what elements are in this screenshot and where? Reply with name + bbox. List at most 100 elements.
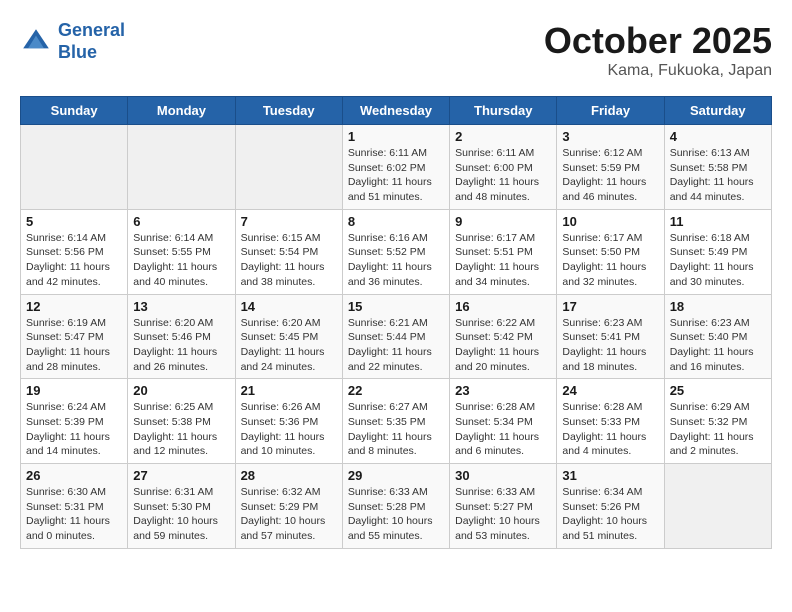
day-info: Sunrise: 6:21 AM Sunset: 5:44 PM Dayligh… bbox=[348, 316, 444, 375]
day-info: Sunrise: 6:20 AM Sunset: 5:45 PM Dayligh… bbox=[241, 316, 337, 375]
calendar-cell: 16 Sunrise: 6:22 AM Sunset: 5:42 PM Dayli… bbox=[450, 294, 557, 379]
day-number: 13 bbox=[133, 299, 229, 314]
day-info: Sunrise: 6:31 AM Sunset: 5:30 PM Dayligh… bbox=[133, 485, 229, 544]
day-info: Sunrise: 6:24 AM Sunset: 5:39 PM Dayligh… bbox=[26, 400, 122, 459]
day-info: Sunrise: 6:14 AM Sunset: 5:56 PM Dayligh… bbox=[26, 231, 122, 290]
weekday-header-tuesday: Tuesday bbox=[235, 97, 342, 125]
day-number: 21 bbox=[241, 383, 337, 398]
day-number: 27 bbox=[133, 468, 229, 483]
day-info: Sunrise: 6:34 AM Sunset: 5:26 PM Dayligh… bbox=[562, 485, 658, 544]
day-number: 15 bbox=[348, 299, 444, 314]
day-number: 6 bbox=[133, 214, 229, 229]
day-number: 8 bbox=[348, 214, 444, 229]
day-number: 26 bbox=[26, 468, 122, 483]
day-info: Sunrise: 6:15 AM Sunset: 5:54 PM Dayligh… bbox=[241, 231, 337, 290]
weekday-header-saturday: Saturday bbox=[664, 97, 771, 125]
day-number: 9 bbox=[455, 214, 551, 229]
title-area: October 2025 Kama, Fukuoka, Japan bbox=[544, 20, 772, 80]
weekday-header-row: SundayMondayTuesdayWednesdayThursdayFrid… bbox=[21, 97, 772, 125]
day-info: Sunrise: 6:13 AM Sunset: 5:58 PM Dayligh… bbox=[670, 146, 766, 205]
day-info: Sunrise: 6:28 AM Sunset: 5:33 PM Dayligh… bbox=[562, 400, 658, 459]
weekday-header-friday: Friday bbox=[557, 97, 664, 125]
day-info: Sunrise: 6:17 AM Sunset: 5:51 PM Dayligh… bbox=[455, 231, 551, 290]
calendar-cell: 8 Sunrise: 6:16 AM Sunset: 5:52 PM Daylig… bbox=[342, 209, 449, 294]
day-number: 10 bbox=[562, 214, 658, 229]
calendar-cell: 24Sunrise: 6:28 AM Sunset: 5:33 PM Dayli… bbox=[557, 379, 664, 464]
calendar-cell: 30Sunrise: 6:33 AM Sunset: 5:27 PM Dayli… bbox=[450, 464, 557, 549]
weekday-header-monday: Monday bbox=[128, 97, 235, 125]
week-row-5: 26 Sunrise: 6:30 AM Sunset: 5:31 PM Dayli… bbox=[21, 464, 772, 549]
day-info: Sunrise: 6:32 AM Sunset: 5:29 PM Dayligh… bbox=[241, 485, 337, 544]
day-number: 19 bbox=[26, 383, 122, 398]
week-row-1: 1 Sunrise: 6:11 AM Sunset: 6:02 PM Daylig… bbox=[21, 125, 772, 210]
calendar-cell: 29 Sunrise: 6:33 AM Sunset: 5:28 PM Dayli… bbox=[342, 464, 449, 549]
week-row-2: 5 Sunrise: 6:14 AM Sunset: 5:56 PM Daylig… bbox=[21, 209, 772, 294]
calendar-cell bbox=[128, 125, 235, 210]
calendar-cell: 21 Sunrise: 6:26 AM Sunset: 5:36 PM Dayli… bbox=[235, 379, 342, 464]
day-info: Sunrise: 6:16 AM Sunset: 5:52 PM Dayligh… bbox=[348, 231, 444, 290]
day-info: Sunrise: 6:20 AM Sunset: 5:46 PM Dayligh… bbox=[133, 316, 229, 375]
calendar-cell: 20Sunrise: 6:25 AM Sunset: 5:38 PM Dayli… bbox=[128, 379, 235, 464]
day-info: Sunrise: 6:33 AM Sunset: 5:28 PM Dayligh… bbox=[348, 485, 444, 544]
calendar-cell: 3 Sunrise: 6:12 AM Sunset: 5:59 PM Daylig… bbox=[557, 125, 664, 210]
calendar-cell: 17 Sunrise: 6:23 AM Sunset: 5:41 PM Dayli… bbox=[557, 294, 664, 379]
calendar-cell: 26 Sunrise: 6:30 AM Sunset: 5:31 PM Dayli… bbox=[21, 464, 128, 549]
day-number: 25 bbox=[670, 383, 766, 398]
calendar-cell: 7Sunrise: 6:15 AM Sunset: 5:54 PM Daylig… bbox=[235, 209, 342, 294]
day-info: Sunrise: 6:14 AM Sunset: 5:55 PM Dayligh… bbox=[133, 231, 229, 290]
calendar-cell: 25 Sunrise: 6:29 AM Sunset: 5:32 PM Dayli… bbox=[664, 379, 771, 464]
calendar-cell: 11Sunrise: 6:18 AM Sunset: 5:49 PM Dayli… bbox=[664, 209, 771, 294]
day-number: 23 bbox=[455, 383, 551, 398]
calendar-cell: 6 Sunrise: 6:14 AM Sunset: 5:55 PM Daylig… bbox=[128, 209, 235, 294]
logo-icon bbox=[20, 26, 52, 58]
calendar-cell: 22 Sunrise: 6:27 AM Sunset: 5:35 PM Dayli… bbox=[342, 379, 449, 464]
calendar-cell: 1 Sunrise: 6:11 AM Sunset: 6:02 PM Daylig… bbox=[342, 125, 449, 210]
day-info: Sunrise: 6:27 AM Sunset: 5:35 PM Dayligh… bbox=[348, 400, 444, 459]
day-info: Sunrise: 6:17 AM Sunset: 5:50 PM Dayligh… bbox=[562, 231, 658, 290]
day-info: Sunrise: 6:11 AM Sunset: 6:02 PM Dayligh… bbox=[348, 146, 444, 205]
calendar-cell: 9 Sunrise: 6:17 AM Sunset: 5:51 PM Daylig… bbox=[450, 209, 557, 294]
day-number: 16 bbox=[455, 299, 551, 314]
calendar-cell: 10 Sunrise: 6:17 AM Sunset: 5:50 PM Dayli… bbox=[557, 209, 664, 294]
day-info: Sunrise: 6:33 AM Sunset: 5:27 PM Dayligh… bbox=[455, 485, 551, 544]
calendar-cell bbox=[664, 464, 771, 549]
day-info: Sunrise: 6:19 AM Sunset: 5:47 PM Dayligh… bbox=[26, 316, 122, 375]
day-number: 12 bbox=[26, 299, 122, 314]
day-info: Sunrise: 6:26 AM Sunset: 5:36 PM Dayligh… bbox=[241, 400, 337, 459]
day-info: Sunrise: 6:23 AM Sunset: 5:40 PM Dayligh… bbox=[670, 316, 766, 375]
day-number: 3 bbox=[562, 129, 658, 144]
day-number: 29 bbox=[348, 468, 444, 483]
calendar-cell: 2Sunrise: 6:11 AM Sunset: 6:00 PM Daylig… bbox=[450, 125, 557, 210]
day-number: 18 bbox=[670, 299, 766, 314]
day-number: 20 bbox=[133, 383, 229, 398]
calendar-cell: 12 Sunrise: 6:19 AM Sunset: 5:47 PM Dayli… bbox=[21, 294, 128, 379]
day-info: Sunrise: 6:23 AM Sunset: 5:41 PM Dayligh… bbox=[562, 316, 658, 375]
day-number: 17 bbox=[562, 299, 658, 314]
weekday-header-thursday: Thursday bbox=[450, 97, 557, 125]
day-number: 4 bbox=[670, 129, 766, 144]
calendar-cell bbox=[21, 125, 128, 210]
day-number: 28 bbox=[241, 468, 337, 483]
day-number: 22 bbox=[348, 383, 444, 398]
calendar-cell: 5 Sunrise: 6:14 AM Sunset: 5:56 PM Daylig… bbox=[21, 209, 128, 294]
day-number: 1 bbox=[348, 129, 444, 144]
calendar-cell: 4 Sunrise: 6:13 AM Sunset: 5:58 PM Daylig… bbox=[664, 125, 771, 210]
calendar-cell bbox=[235, 125, 342, 210]
logo-text: General Blue bbox=[58, 20, 125, 63]
day-info: Sunrise: 6:30 AM Sunset: 5:31 PM Dayligh… bbox=[26, 485, 122, 544]
day-info: Sunrise: 6:22 AM Sunset: 5:42 PM Dayligh… bbox=[455, 316, 551, 375]
month-title: October 2025 bbox=[544, 20, 772, 62]
calendar-cell: 19 Sunrise: 6:24 AM Sunset: 5:39 PM Dayli… bbox=[21, 379, 128, 464]
calendar-cell: 15 Sunrise: 6:21 AM Sunset: 5:44 PM Dayli… bbox=[342, 294, 449, 379]
day-info: Sunrise: 6:29 AM Sunset: 5:32 PM Dayligh… bbox=[670, 400, 766, 459]
weekday-header-sunday: Sunday bbox=[21, 97, 128, 125]
day-info: Sunrise: 6:28 AM Sunset: 5:34 PM Dayligh… bbox=[455, 400, 551, 459]
calendar-table: SundayMondayTuesdayWednesdayThursdayFrid… bbox=[20, 96, 772, 549]
day-info: Sunrise: 6:12 AM Sunset: 5:59 PM Dayligh… bbox=[562, 146, 658, 205]
logo: General Blue bbox=[20, 20, 125, 63]
day-number: 5 bbox=[26, 214, 122, 229]
week-row-4: 19 Sunrise: 6:24 AM Sunset: 5:39 PM Dayli… bbox=[21, 379, 772, 464]
day-number: 2 bbox=[455, 129, 551, 144]
day-info: Sunrise: 6:18 AM Sunset: 5:49 PM Dayligh… bbox=[670, 231, 766, 290]
calendar-cell: 31Sunrise: 6:34 AM Sunset: 5:26 PM Dayli… bbox=[557, 464, 664, 549]
